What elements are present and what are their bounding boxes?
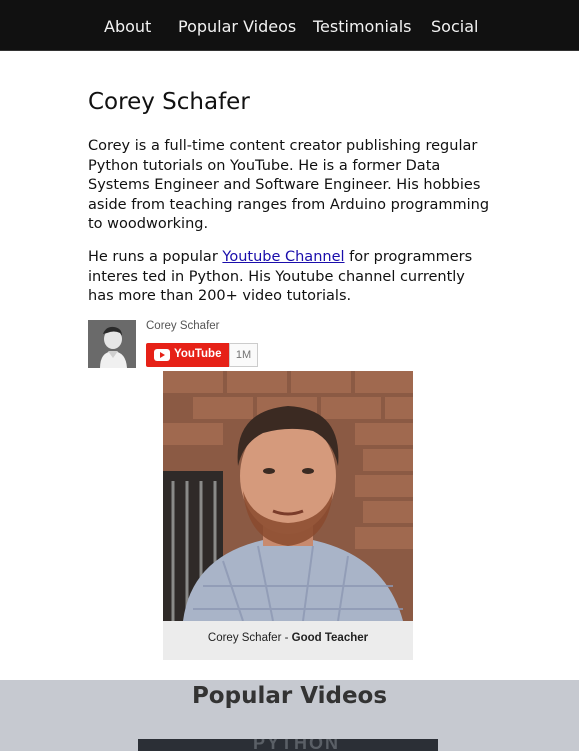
channel-paragraph-prefix: He runs a popular [88,249,223,265]
profile-photo-image [163,371,413,621]
caption-separator: - [281,632,292,644]
channel-avatar[interactable] [88,320,136,368]
youtube-button-label: YouTube [174,348,222,360]
subscriber-count: 1M [229,343,258,367]
nav-link-popular-videos[interactable]: Popular Videos [178,18,296,36]
nav-link-about[interactable]: About [104,18,151,36]
youtube-channel-link[interactable]: Youtube Channel [222,249,344,265]
popular-videos-heading: Popular Videos [191,683,388,709]
bio-paragraph: Corey is a full-time content creator pub… [88,138,490,232]
page-title: Corey Schafer [88,89,250,115]
caption-name: Corey Schafer [207,632,282,644]
profile-photo [163,371,413,621]
video-thumbnail[interactable]: PYTHON [138,739,438,751]
channel-name[interactable]: Corey Schafer [146,320,220,332]
channel-paragraph: He runs a popular Youtube Channel for pr… [88,248,493,307]
top-nav: About Popular Videos Testimonials Social [0,0,579,51]
youtube-play-icon [154,349,170,361]
caption-title: Good Teacher [291,632,369,644]
video-thumbnail-text: PYTHON [253,739,341,751]
youtube-subscribe-button[interactable]: YouTube [146,343,229,367]
profile-photo-card: Corey Schafer - Good Teacher [163,371,413,660]
nav-link-testimonials[interactable]: Testimonials [313,18,412,36]
nav-link-social[interactable]: Social [431,18,478,36]
channel-avatar-image [88,320,136,368]
photo-caption: Corey Schafer - Good Teacher [163,632,413,644]
